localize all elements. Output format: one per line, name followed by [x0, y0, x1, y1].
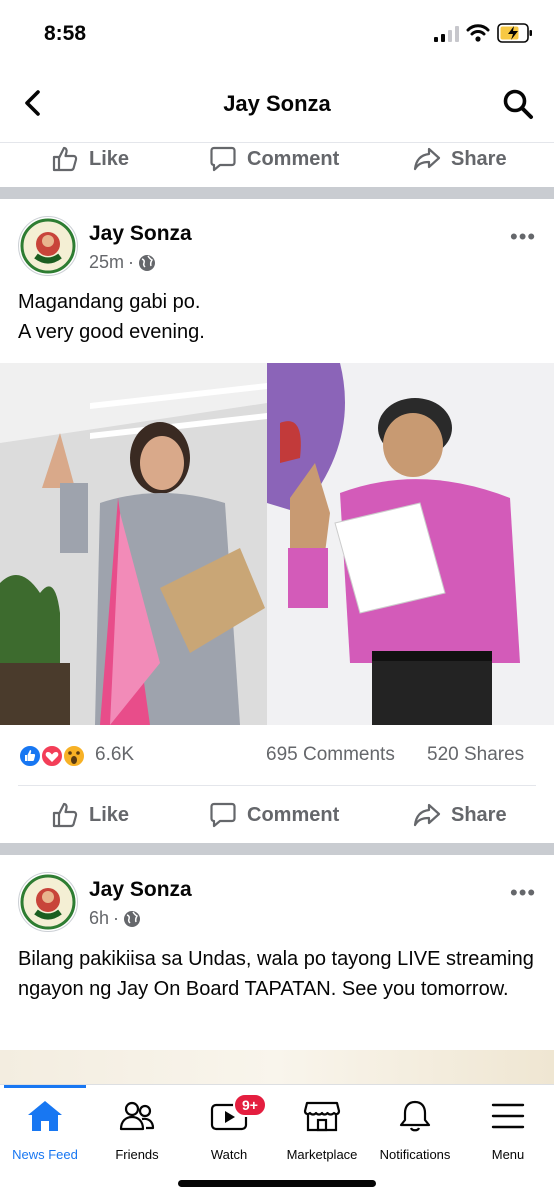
- wifi-icon: [466, 24, 490, 42]
- post-timestamp[interactable]: 6h: [89, 908, 109, 929]
- home-icon: [28, 1101, 62, 1131]
- friends-icon: [119, 1101, 155, 1131]
- meta-separator: ·: [113, 908, 120, 928]
- comment-label: Comment: [247, 803, 340, 826]
- bell-icon: [399, 1100, 431, 1132]
- search-icon[interactable]: [502, 88, 534, 120]
- post-timestamp[interactable]: 25m: [89, 252, 124, 273]
- tab-notifications[interactable]: Notifications: [370, 1085, 460, 1165]
- post-photo[interactable]: [0, 363, 554, 725]
- post-author-name[interactable]: Jay Sonza: [89, 222, 192, 246]
- post-text-line: Magandang gabi po.: [18, 291, 201, 313]
- avatar[interactable]: [18, 872, 78, 932]
- like-label: Like: [89, 147, 130, 170]
- marketplace-store-icon: [303, 1101, 341, 1132]
- more-options-icon[interactable]: •••: [510, 880, 536, 906]
- battery-charging-icon: [497, 23, 532, 43]
- post-meta: 25m ·: [89, 252, 156, 273]
- globe-icon: [124, 910, 141, 927]
- like-button[interactable]: Like: [51, 787, 129, 843]
- comment-bubble-icon: [210, 146, 236, 172]
- page-title: Jay Sonza: [223, 91, 331, 116]
- post-text: Bilang pakikiisa sa Undas, wala po tayon…: [18, 948, 534, 1000]
- tab-label: Menu: [491, 1147, 525, 1162]
- jay-on-board-tapatan-logo-icon: [20, 874, 76, 930]
- tab-watch[interactable]: 9+ Watch: [184, 1085, 274, 1165]
- post-separator: [0, 187, 554, 199]
- tab-news-feed[interactable]: News Feed: [0, 1085, 90, 1165]
- tab-friends[interactable]: Friends: [92, 1085, 182, 1165]
- share-button[interactable]: Share: [413, 131, 507, 187]
- share-arrow-icon: [413, 803, 441, 827]
- tab-label: Friends: [115, 1147, 159, 1162]
- reaction-count[interactable]: 6.6K: [95, 744, 134, 766]
- post-header: Jay Sonza 6h · •••: [0, 872, 554, 942]
- globe-icon: [139, 254, 156, 271]
- tab-marketplace[interactable]: Marketplace: [276, 1085, 368, 1165]
- comment-count[interactable]: 695 Comments: [266, 744, 395, 766]
- post-text-line: A very good evening.: [18, 321, 205, 343]
- post-separator: [0, 843, 554, 855]
- avatar[interactable]: [18, 216, 78, 276]
- home-indicator[interactable]: [178, 1180, 376, 1187]
- thumbs-up-icon: [52, 802, 78, 828]
- watch-notification-badge: 9+: [233, 1093, 267, 1117]
- share-label: Share: [451, 803, 507, 826]
- share-label: Share: [451, 147, 507, 170]
- post-author-name[interactable]: Jay Sonza: [89, 878, 192, 902]
- meta-separator: ·: [128, 252, 135, 272]
- post-actions: Like Comment Share: [0, 787, 554, 843]
- thumbs-up-icon: [52, 146, 78, 172]
- tab-label: News Feed: [12, 1147, 78, 1162]
- post-text: Magandang gabi po. A very good evening.: [18, 287, 538, 347]
- divider: [18, 785, 536, 786]
- post-meta: 6h ·: [89, 908, 141, 929]
- comment-label: Comment: [247, 147, 340, 170]
- comment-bubble-icon: [210, 802, 236, 828]
- like-label: Like: [89, 803, 130, 826]
- post-header: Jay Sonza 25m · •••: [0, 216, 554, 286]
- reaction-icons[interactable]: [18, 743, 92, 769]
- tab-label: Notifications: [379, 1147, 451, 1162]
- status-time: 8:58: [44, 22, 87, 45]
- share-arrow-icon: [413, 147, 441, 171]
- tab-label: Marketplace: [286, 1147, 358, 1162]
- comment-button[interactable]: Comment: [209, 787, 339, 843]
- comment-button[interactable]: Comment: [209, 131, 339, 187]
- status-bar: 8:58: [0, 0, 554, 64]
- more-options-icon[interactable]: •••: [510, 224, 536, 250]
- tab-menu[interactable]: Menu: [462, 1085, 554, 1165]
- previous-post-actions: Like Comment Share: [0, 131, 554, 187]
- post-photo-peek[interactable]: [0, 1050, 554, 1084]
- like-button[interactable]: Like: [51, 131, 129, 187]
- share-button[interactable]: Share: [413, 787, 507, 843]
- hamburger-menu-icon: [491, 1103, 525, 1129]
- post-stats: 6.6K 695 Comments 520 Shares: [0, 735, 554, 775]
- share-count[interactable]: 520 Shares: [427, 744, 524, 766]
- jay-on-board-tapatan-logo-icon: [20, 218, 76, 274]
- tab-label: Watch: [210, 1147, 248, 1162]
- cellular-signal-icon: [434, 26, 459, 42]
